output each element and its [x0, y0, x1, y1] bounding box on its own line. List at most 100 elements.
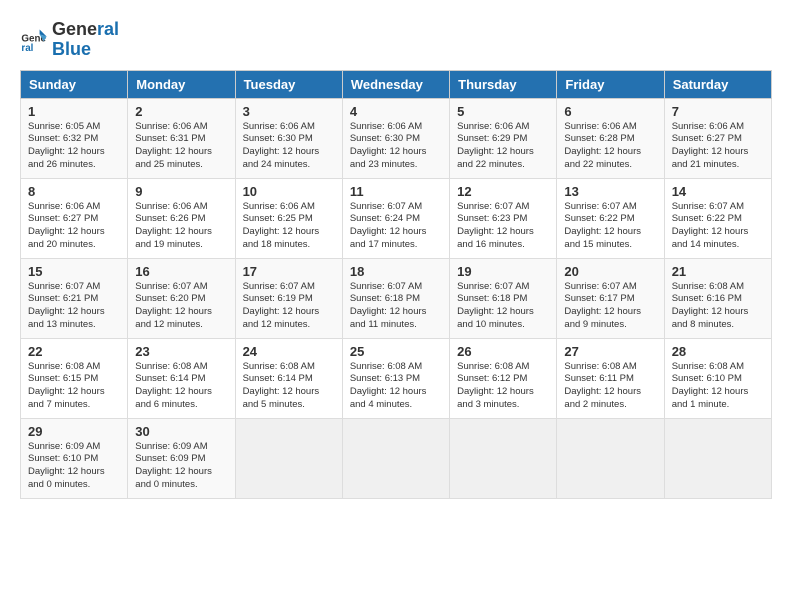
day-number: 8 [28, 184, 120, 199]
day-number: 21 [672, 264, 764, 279]
day-info: Sunrise: 6:08 AMSunset: 6:14 PMDaylight:… [243, 361, 335, 412]
calendar-week-row: 1Sunrise: 6:05 AMSunset: 6:32 PMDaylight… [21, 98, 772, 178]
calendar-cell: 9 Sunrise: 6:06 AMSunset: 6:26 PMDaylight… [128, 178, 235, 258]
calendar-header-row: SundayMondayTuesdayWednesdayThursdayFrid… [21, 70, 772, 98]
day-number: 7 [672, 104, 764, 119]
calendar-cell: 21Sunrise: 6:08 AMSunset: 6:16 PMDayligh… [664, 258, 771, 338]
day-info: Sunrise: 6:09 AMSunset: 6:10 PMDaylight:… [28, 441, 120, 492]
day-number: 27 [564, 344, 656, 359]
day-info: Sunrise: 6:06 AMSunset: 6:28 PMDaylight:… [564, 121, 656, 172]
day-number: 17 [243, 264, 335, 279]
svg-text:ral: ral [21, 43, 33, 54]
calendar-cell: 29 Sunrise: 6:09 AMSunset: 6:10 PMDayligh… [21, 418, 128, 498]
logo-text: GeneralBlue [52, 20, 119, 60]
calendar-cell: 5 Sunrise: 6:06 AMSunset: 6:29 PMDaylight… [450, 98, 557, 178]
calendar-table: SundayMondayTuesdayWednesdayThursdayFrid… [20, 70, 772, 499]
calendar-cell: 28 Sunrise: 6:08 AMSunset: 6:10 PMDayligh… [664, 338, 771, 418]
day-number: 29 [28, 424, 120, 439]
day-info: Sunrise: 6:07 AMSunset: 6:20 PMDaylight:… [135, 281, 227, 332]
calendar-cell: 25 Sunrise: 6:08 AMSunset: 6:13 PMDayligh… [342, 338, 449, 418]
calendar-cell: 24Sunrise: 6:08 AMSunset: 6:14 PMDayligh… [235, 338, 342, 418]
day-info: Sunrise: 6:07 AMSunset: 6:17 PMDaylight:… [564, 281, 656, 332]
day-number: 2 [135, 104, 227, 119]
day-number: 1 [28, 104, 120, 119]
day-info: Sunrise: 6:06 AMSunset: 6:27 PMDaylight:… [28, 201, 120, 252]
calendar-cell [450, 418, 557, 498]
day-number: 26 [457, 344, 549, 359]
col-header-tuesday: Tuesday [235, 70, 342, 98]
day-info: Sunrise: 6:08 AMSunset: 6:10 PMDaylight:… [672, 361, 764, 412]
day-number: 10 [243, 184, 335, 199]
day-info: Sunrise: 6:07 AMSunset: 6:19 PMDaylight:… [243, 281, 335, 332]
calendar-cell: 20 Sunrise: 6:07 AMSunset: 6:17 PMDayligh… [557, 258, 664, 338]
day-info: Sunrise: 6:08 AMSunset: 6:15 PMDaylight:… [28, 361, 120, 412]
day-number: 22 [28, 344, 120, 359]
day-number: 16 [135, 264, 227, 279]
col-header-wednesday: Wednesday [342, 70, 449, 98]
page-header: Gene ral GeneralBlue [20, 20, 772, 60]
day-info: Sunrise: 6:08 AMSunset: 6:13 PMDaylight:… [350, 361, 442, 412]
calendar-cell: 18 Sunrise: 6:07 AMSunset: 6:18 PMDayligh… [342, 258, 449, 338]
calendar-cell: 15 Sunrise: 6:07 AMSunset: 6:21 PMDayligh… [21, 258, 128, 338]
day-info: Sunrise: 6:08 AMSunset: 6:11 PMDaylight:… [564, 361, 656, 412]
day-info: Sunrise: 6:06 AMSunset: 6:29 PMDaylight:… [457, 121, 549, 172]
calendar-cell: 23 Sunrise: 6:08 AMSunset: 6:14 PMDayligh… [128, 338, 235, 418]
day-number: 9 [135, 184, 227, 199]
calendar-cell: 30 Sunrise: 6:09 AMSunset: 6:09 PMDayligh… [128, 418, 235, 498]
day-number: 11 [350, 184, 442, 199]
col-header-saturday: Saturday [664, 70, 771, 98]
day-number: 4 [350, 104, 442, 119]
calendar-cell [342, 418, 449, 498]
day-info: Sunrise: 6:06 AMSunset: 6:26 PMDaylight:… [135, 201, 227, 252]
day-info: Sunrise: 6:06 AMSunset: 6:25 PMDaylight:… [243, 201, 335, 252]
day-number: 15 [28, 264, 120, 279]
day-info: Sunrise: 6:09 AMSunset: 6:09 PMDaylight:… [135, 441, 227, 492]
calendar-week-row: 15 Sunrise: 6:07 AMSunset: 6:21 PMDayligh… [21, 258, 772, 338]
calendar-cell: 4 Sunrise: 6:06 AMSunset: 6:30 PMDaylight… [342, 98, 449, 178]
calendar-week-row: 22 Sunrise: 6:08 AMSunset: 6:15 PMDayligh… [21, 338, 772, 418]
day-info: Sunrise: 6:07 AMSunset: 6:24 PMDaylight:… [350, 201, 442, 252]
calendar-cell [557, 418, 664, 498]
day-info: Sunrise: 6:06 AMSunset: 6:27 PMDaylight:… [672, 121, 764, 172]
calendar-week-row: 29 Sunrise: 6:09 AMSunset: 6:10 PMDayligh… [21, 418, 772, 498]
day-number: 5 [457, 104, 549, 119]
calendar-cell: 1Sunrise: 6:05 AMSunset: 6:32 PMDaylight… [21, 98, 128, 178]
day-info: Sunrise: 6:07 AMSunset: 6:23 PMDaylight:… [457, 201, 549, 252]
calendar-cell: 13 Sunrise: 6:07 AMSunset: 6:22 PMDayligh… [557, 178, 664, 258]
day-number: 30 [135, 424, 227, 439]
day-number: 19 [457, 264, 549, 279]
day-number: 18 [350, 264, 442, 279]
calendar-cell: 8 Sunrise: 6:06 AMSunset: 6:27 PMDaylight… [21, 178, 128, 258]
day-number: 20 [564, 264, 656, 279]
day-info: Sunrise: 6:08 AMSunset: 6:14 PMDaylight:… [135, 361, 227, 412]
day-info: Sunrise: 6:06 AMSunset: 6:30 PMDaylight:… [350, 121, 442, 172]
day-info: Sunrise: 6:06 AMSunset: 6:30 PMDaylight:… [243, 121, 335, 172]
day-info: Sunrise: 6:07 AMSunset: 6:18 PMDaylight:… [457, 281, 549, 332]
day-number: 12 [457, 184, 549, 199]
day-number: 13 [564, 184, 656, 199]
calendar-cell: 14Sunrise: 6:07 AMSunset: 6:22 PMDayligh… [664, 178, 771, 258]
calendar-cell: 7 Sunrise: 6:06 AMSunset: 6:27 PMDaylight… [664, 98, 771, 178]
col-header-monday: Monday [128, 70, 235, 98]
calendar-cell: 26 Sunrise: 6:08 AMSunset: 6:12 PMDayligh… [450, 338, 557, 418]
col-header-sunday: Sunday [21, 70, 128, 98]
calendar-cell: 6 Sunrise: 6:06 AMSunset: 6:28 PMDaylight… [557, 98, 664, 178]
calendar-cell: 2Sunrise: 6:06 AMSunset: 6:31 PMDaylight… [128, 98, 235, 178]
day-info: Sunrise: 6:07 AMSunset: 6:22 PMDaylight:… [564, 201, 656, 252]
calendar-cell [235, 418, 342, 498]
day-info: Sunrise: 6:07 AMSunset: 6:18 PMDaylight:… [350, 281, 442, 332]
day-info: Sunrise: 6:07 AMSunset: 6:21 PMDaylight:… [28, 281, 120, 332]
calendar-cell: 17 Sunrise: 6:07 AMSunset: 6:19 PMDayligh… [235, 258, 342, 338]
calendar-cell: 22 Sunrise: 6:08 AMSunset: 6:15 PMDayligh… [21, 338, 128, 418]
day-info: Sunrise: 6:08 AMSunset: 6:12 PMDaylight:… [457, 361, 549, 412]
logo-icon: Gene ral [20, 26, 48, 54]
day-info: Sunrise: 6:07 AMSunset: 6:22 PMDaylight:… [672, 201, 764, 252]
day-number: 6 [564, 104, 656, 119]
col-header-friday: Friday [557, 70, 664, 98]
day-number: 23 [135, 344, 227, 359]
day-number: 25 [350, 344, 442, 359]
day-number: 3 [243, 104, 335, 119]
logo: Gene ral GeneralBlue [20, 20, 119, 60]
day-number: 28 [672, 344, 764, 359]
calendar-cell: 19 Sunrise: 6:07 AMSunset: 6:18 PMDayligh… [450, 258, 557, 338]
